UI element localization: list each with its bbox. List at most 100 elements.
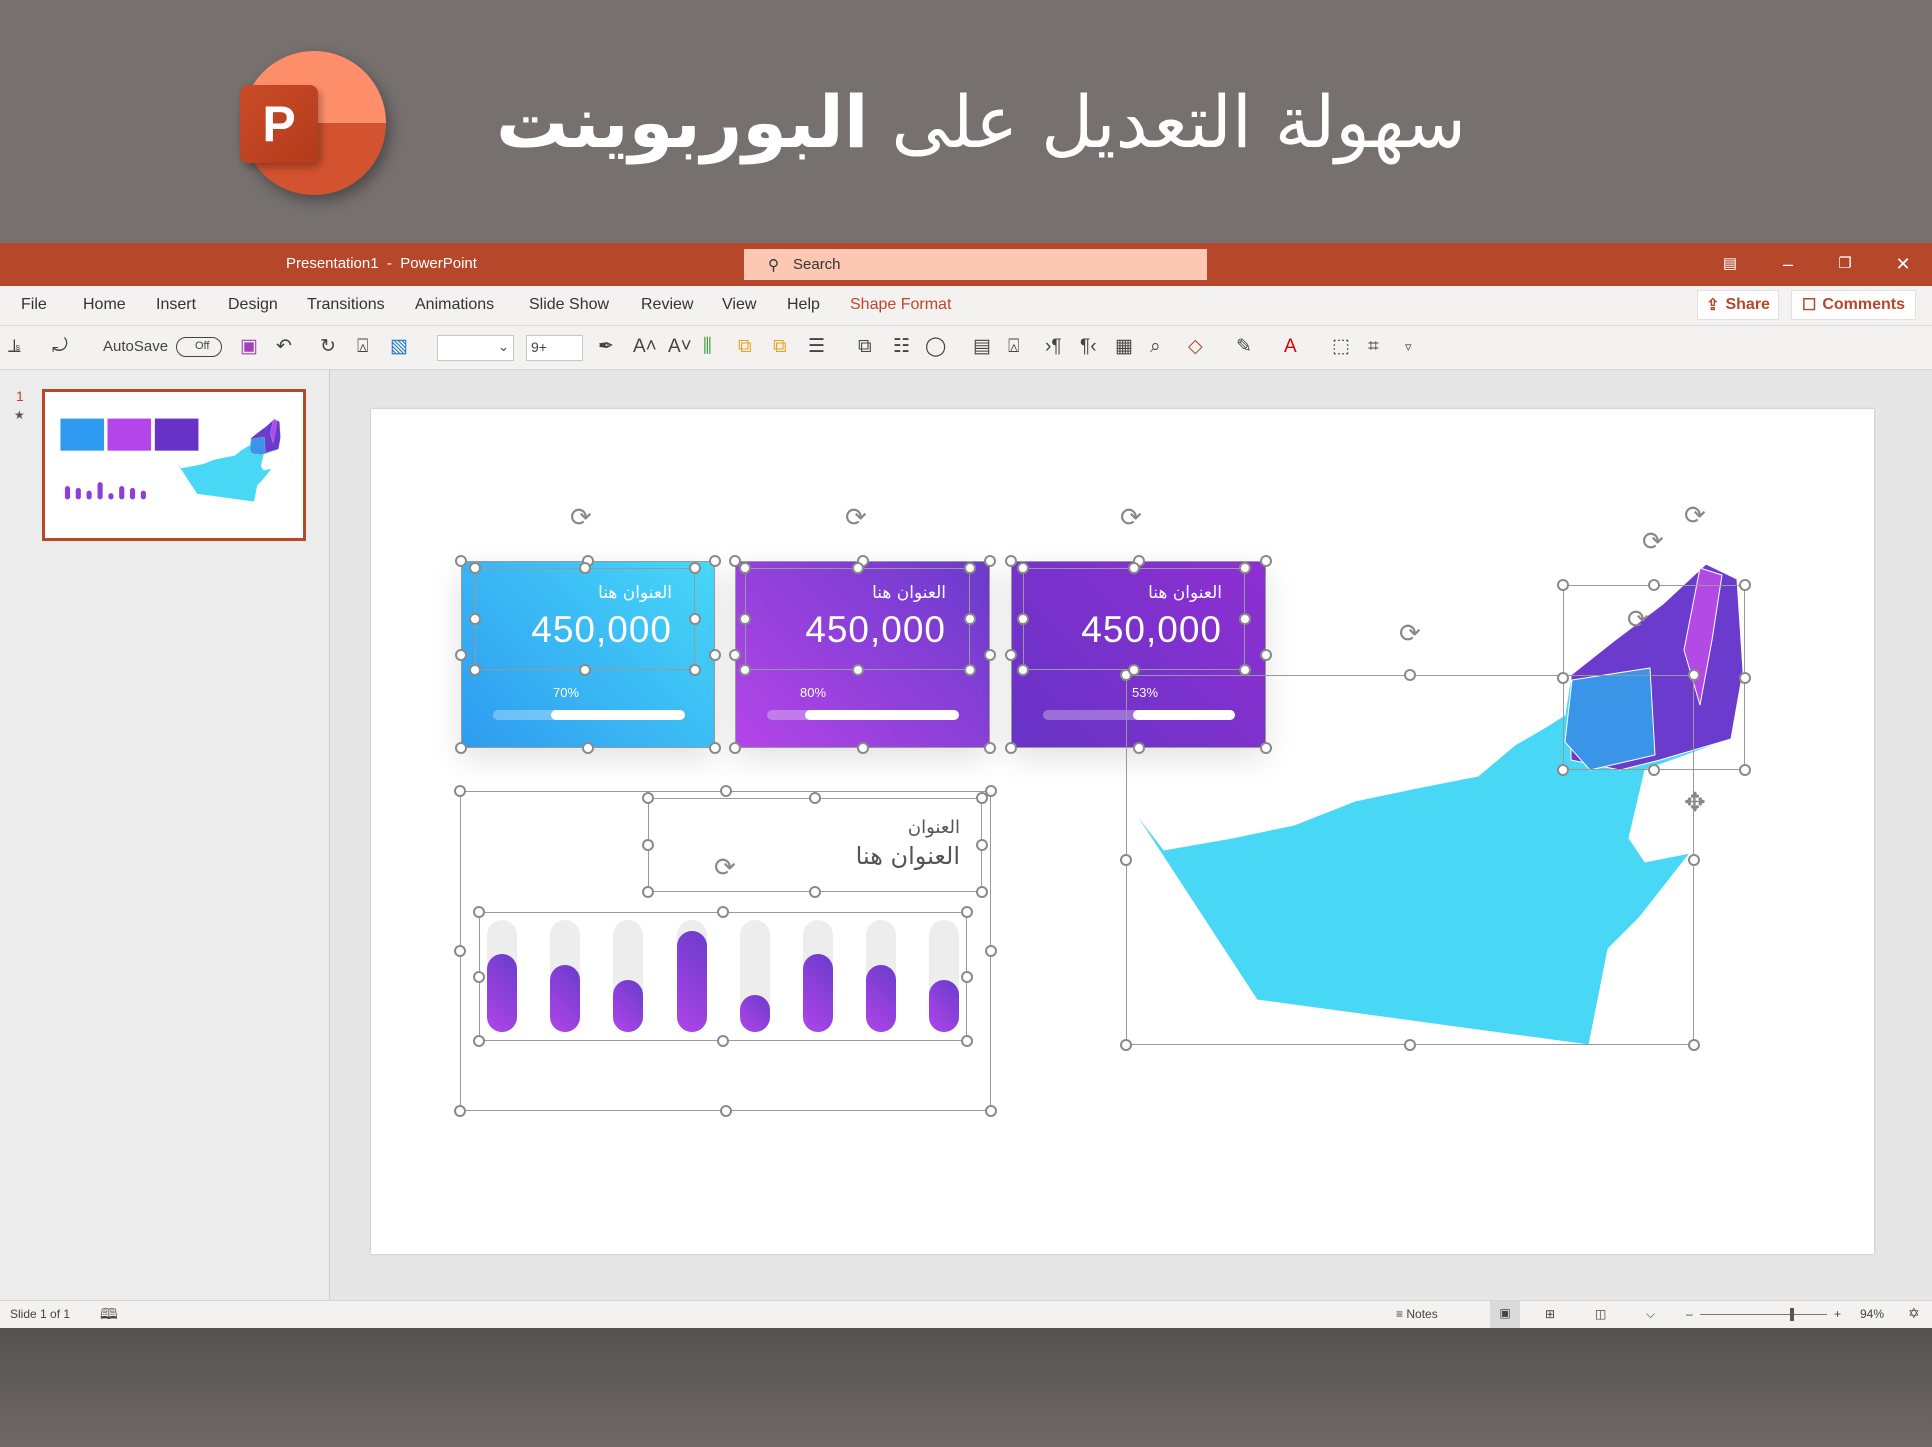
- font-color-icon[interactable]: A: [1284, 336, 1297, 358]
- resize-handle[interactable]: [473, 1035, 485, 1047]
- close-icon[interactable]: ✕: [1888, 251, 1918, 277]
- share-button[interactable]: ⇪ Share: [1697, 290, 1779, 320]
- resize-handle[interactable]: [709, 555, 721, 567]
- resize-handle[interactable]: [719, 785, 732, 797]
- resize-handle[interactable]: [1017, 613, 1029, 625]
- resize-handle[interactable]: [717, 1035, 729, 1047]
- rotate-handle-icon[interactable]: ⟳: [570, 504, 592, 530]
- resize-handle[interactable]: [964, 562, 976, 574]
- rotate-handle-icon[interactable]: ⟳: [1120, 504, 1142, 530]
- group-icon[interactable]: ☷: [893, 336, 910, 358]
- resize-handle[interactable]: [1239, 562, 1251, 574]
- resize-handle[interactable]: [739, 613, 751, 625]
- resize-handle[interactable]: [985, 945, 997, 957]
- resize-handle[interactable]: [739, 664, 751, 676]
- selection-pane-icon[interactable]: ⬚: [1332, 336, 1350, 358]
- save-icon[interactable]: ▣: [240, 336, 258, 358]
- resize-handle[interactable]: [1739, 764, 1751, 776]
- resize-handle[interactable]: [1128, 664, 1140, 676]
- resize-handle[interactable]: [1739, 579, 1751, 591]
- resize-handle[interactable]: [1260, 555, 1272, 567]
- notes-button[interactable]: ≡ Notes: [1396, 1307, 1438, 1321]
- resize-handle[interactable]: [717, 906, 729, 918]
- tab-file[interactable]: File: [21, 296, 47, 314]
- resize-handle[interactable]: [1005, 742, 1017, 754]
- format-painter-icon[interactable]: ✒: [598, 336, 614, 358]
- resize-handle[interactable]: [582, 742, 594, 754]
- resize-handle[interactable]: [1648, 764, 1660, 776]
- resize-handle[interactable]: [719, 1105, 732, 1117]
- color-icon[interactable]: ▧: [390, 336, 408, 358]
- rotate-handle-icon[interactable]: ⟳: [1399, 620, 1421, 646]
- search-box[interactable]: ⚲ Search: [744, 249, 1207, 280]
- bullets-icon[interactable]: ☰: [808, 336, 825, 358]
- resize-handle[interactable]: [1128, 562, 1140, 574]
- font-size-dropdown[interactable]: 9+: [526, 335, 583, 361]
- resize-handle[interactable]: [455, 648, 467, 661]
- resize-handle[interactable]: [984, 742, 996, 754]
- resize-handle[interactable]: [689, 613, 701, 625]
- rotate-handle-icon[interactable]: ⟳: [714, 854, 736, 880]
- resize-handle[interactable]: [1017, 664, 1029, 676]
- ribbon-display-icon[interactable]: ▤: [1715, 251, 1745, 277]
- resize-handle[interactable]: [454, 785, 466, 797]
- resize-handle[interactable]: [642, 886, 654, 898]
- resize-handle[interactable]: [961, 1035, 973, 1047]
- resize-handle[interactable]: [689, 562, 701, 574]
- reuse-icon[interactable]: ▦: [1115, 336, 1133, 358]
- resize-handle[interactable]: [1017, 562, 1029, 574]
- resize-handle[interactable]: [856, 742, 869, 754]
- resize-handle[interactable]: [579, 562, 591, 574]
- accessibility-icon[interactable]: 🕮: [100, 1304, 118, 1329]
- resize-handle[interactable]: [473, 906, 485, 918]
- resize-handle[interactable]: [709, 742, 721, 754]
- resize-handle[interactable]: [809, 792, 821, 804]
- shape-fill-icon[interactable]: ◇: [1188, 336, 1203, 358]
- rotate-icon[interactable]: ⤾: [52, 336, 68, 358]
- resize-handle[interactable]: [809, 886, 821, 898]
- rotate-handle-icon[interactable]: ⟳: [845, 504, 867, 530]
- resize-handle[interactable]: [579, 664, 591, 676]
- resize-handle[interactable]: [739, 562, 751, 574]
- resize-handle[interactable]: [984, 648, 996, 661]
- redo-icon[interactable]: ↻: [320, 336, 336, 358]
- slide-sorter-icon[interactable]: ⊞: [1545, 1307, 1555, 1321]
- shrink-font-icon[interactable]: A˅: [668, 336, 692, 358]
- resize-handle[interactable]: [469, 613, 481, 625]
- resize-handle[interactable]: [1239, 613, 1251, 625]
- resize-handle[interactable]: [964, 613, 976, 625]
- resize-handle[interactable]: [454, 1105, 466, 1117]
- tab-home[interactable]: Home: [83, 296, 126, 314]
- resize-handle[interactable]: [469, 562, 481, 574]
- present-icon[interactable]: ⍓: [357, 336, 368, 358]
- arrange-icon[interactable]: ⧉: [858, 336, 872, 358]
- resize-handle[interactable]: [1688, 854, 1700, 866]
- resize-handle[interactable]: [1260, 648, 1272, 661]
- fit-slide-icon[interactable]: ✡: [1908, 1305, 1920, 1322]
- resize-handle[interactable]: [961, 906, 973, 918]
- tab-help[interactable]: Help: [787, 296, 820, 314]
- resize-handle[interactable]: [1404, 669, 1416, 681]
- resize-handle[interactable]: [976, 886, 988, 898]
- rotate-handle-icon[interactable]: ⟳: [1627, 606, 1649, 632]
- resize-handle[interactable]: [851, 664, 864, 676]
- resize-handle[interactable]: [729, 648, 741, 661]
- shapes-icon[interactable]: ◯: [925, 336, 946, 358]
- crop-icon[interactable]: ⌗: [1368, 336, 1379, 358]
- resize-handle[interactable]: [642, 839, 654, 851]
- rotate-handle-icon[interactable]: ⟳: [1642, 528, 1664, 554]
- restore-icon[interactable]: ❐: [1830, 251, 1860, 277]
- resize-handle[interactable]: [642, 792, 654, 804]
- map-region-dubai[interactable]: [249, 436, 266, 455]
- resize-handle[interactable]: [961, 970, 973, 983]
- comments-button[interactable]: ☐ Comments: [1791, 290, 1916, 320]
- send-backward-icon[interactable]: ⧉: [773, 336, 787, 358]
- slideshow-icon[interactable]: ⌵: [1646, 1307, 1655, 1322]
- resize-handle[interactable]: [1239, 664, 1251, 676]
- tab-slide-show[interactable]: Slide Show: [529, 296, 609, 314]
- resize-handle[interactable]: [1648, 579, 1660, 591]
- tab-transitions[interactable]: Transitions: [307, 296, 385, 314]
- resize-handle[interactable]: [976, 792, 988, 804]
- text-align-icon[interactable]: ⫼: [703, 336, 712, 358]
- resize-handle[interactable]: [1557, 579, 1569, 591]
